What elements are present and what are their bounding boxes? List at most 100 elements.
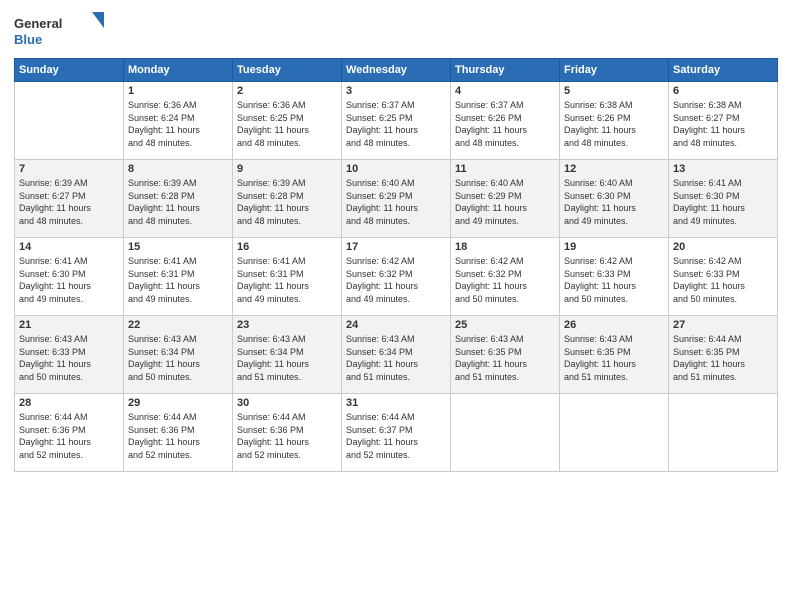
calendar-day-cell [451, 394, 560, 472]
day-info: Sunrise: 6:38 AMSunset: 6:27 PMDaylight:… [673, 99, 773, 149]
weekday-header: Tuesday [233, 59, 342, 82]
day-info: Sunrise: 6:40 AMSunset: 6:29 PMDaylight:… [346, 177, 446, 227]
calendar-day-cell: 8 Sunrise: 6:39 AMSunset: 6:28 PMDayligh… [124, 160, 233, 238]
calendar-day-cell: 1 Sunrise: 6:36 AMSunset: 6:24 PMDayligh… [124, 82, 233, 160]
day-info: Sunrise: 6:42 AMSunset: 6:32 PMDaylight:… [346, 255, 446, 305]
day-number: 17 [346, 241, 446, 253]
calendar-day-cell: 11 Sunrise: 6:40 AMSunset: 6:29 PMDaylig… [451, 160, 560, 238]
day-number: 6 [673, 85, 773, 97]
day-info: Sunrise: 6:39 AMSunset: 6:28 PMDaylight:… [128, 177, 228, 227]
day-number: 1 [128, 85, 228, 97]
day-info: Sunrise: 6:43 AMSunset: 6:33 PMDaylight:… [19, 333, 119, 383]
day-number: 18 [455, 241, 555, 253]
day-number: 16 [237, 241, 337, 253]
day-number: 14 [19, 241, 119, 253]
day-info: Sunrise: 6:42 AMSunset: 6:33 PMDaylight:… [564, 255, 664, 305]
day-info: Sunrise: 6:38 AMSunset: 6:26 PMDaylight:… [564, 99, 664, 149]
day-info: Sunrise: 6:44 AMSunset: 6:36 PMDaylight:… [128, 411, 228, 461]
calendar-day-cell: 17 Sunrise: 6:42 AMSunset: 6:32 PMDaylig… [342, 238, 451, 316]
day-number: 10 [346, 163, 446, 175]
day-number: 2 [237, 85, 337, 97]
calendar-day-cell: 9 Sunrise: 6:39 AMSunset: 6:28 PMDayligh… [233, 160, 342, 238]
day-info: Sunrise: 6:41 AMSunset: 6:31 PMDaylight:… [237, 255, 337, 305]
calendar-week-row: 28 Sunrise: 6:44 AMSunset: 6:36 PMDaylig… [15, 394, 778, 472]
calendar-day-cell: 13 Sunrise: 6:41 AMSunset: 6:30 PMDaylig… [669, 160, 778, 238]
day-info: Sunrise: 6:44 AMSunset: 6:35 PMDaylight:… [673, 333, 773, 383]
calendar-day-cell: 25 Sunrise: 6:43 AMSunset: 6:35 PMDaylig… [451, 316, 560, 394]
calendar-day-cell: 20 Sunrise: 6:42 AMSunset: 6:33 PMDaylig… [669, 238, 778, 316]
calendar-day-cell: 12 Sunrise: 6:40 AMSunset: 6:30 PMDaylig… [560, 160, 669, 238]
day-number: 5 [564, 85, 664, 97]
calendar-table: SundayMondayTuesdayWednesdayThursdayFrid… [14, 58, 778, 472]
day-info: Sunrise: 6:41 AMSunset: 6:31 PMDaylight:… [128, 255, 228, 305]
header: General Blue [14, 10, 778, 50]
calendar-day-cell: 6 Sunrise: 6:38 AMSunset: 6:27 PMDayligh… [669, 82, 778, 160]
day-info: Sunrise: 6:43 AMSunset: 6:34 PMDaylight:… [128, 333, 228, 383]
calendar-week-row: 1 Sunrise: 6:36 AMSunset: 6:24 PMDayligh… [15, 82, 778, 160]
day-number: 23 [237, 319, 337, 331]
day-number: 29 [128, 397, 228, 409]
calendar-day-cell: 27 Sunrise: 6:44 AMSunset: 6:35 PMDaylig… [669, 316, 778, 394]
page-container: General Blue SundayMondayTuesdayWednesda… [0, 0, 792, 482]
weekday-header: Sunday [15, 59, 124, 82]
calendar-day-cell: 28 Sunrise: 6:44 AMSunset: 6:36 PMDaylig… [15, 394, 124, 472]
calendar-day-cell [669, 394, 778, 472]
day-number: 25 [455, 319, 555, 331]
day-info: Sunrise: 6:43 AMSunset: 6:34 PMDaylight:… [346, 333, 446, 383]
calendar-day-cell: 24 Sunrise: 6:43 AMSunset: 6:34 PMDaylig… [342, 316, 451, 394]
day-number: 8 [128, 163, 228, 175]
calendar-day-cell: 22 Sunrise: 6:43 AMSunset: 6:34 PMDaylig… [124, 316, 233, 394]
day-info: Sunrise: 6:43 AMSunset: 6:35 PMDaylight:… [455, 333, 555, 383]
calendar-day-cell: 31 Sunrise: 6:44 AMSunset: 6:37 PMDaylig… [342, 394, 451, 472]
day-number: 13 [673, 163, 773, 175]
day-info: Sunrise: 6:41 AMSunset: 6:30 PMDaylight:… [19, 255, 119, 305]
day-info: Sunrise: 6:42 AMSunset: 6:32 PMDaylight:… [455, 255, 555, 305]
day-number: 7 [19, 163, 119, 175]
day-info: Sunrise: 6:39 AMSunset: 6:27 PMDaylight:… [19, 177, 119, 227]
day-info: Sunrise: 6:43 AMSunset: 6:34 PMDaylight:… [237, 333, 337, 383]
day-info: Sunrise: 6:44 AMSunset: 6:37 PMDaylight:… [346, 411, 446, 461]
day-number: 12 [564, 163, 664, 175]
weekday-header: Monday [124, 59, 233, 82]
day-number: 21 [19, 319, 119, 331]
svg-text:Blue: Blue [14, 32, 42, 47]
calendar-week-row: 7 Sunrise: 6:39 AMSunset: 6:27 PMDayligh… [15, 160, 778, 238]
calendar-day-cell: 3 Sunrise: 6:37 AMSunset: 6:25 PMDayligh… [342, 82, 451, 160]
calendar-day-cell: 10 Sunrise: 6:40 AMSunset: 6:29 PMDaylig… [342, 160, 451, 238]
day-info: Sunrise: 6:39 AMSunset: 6:28 PMDaylight:… [237, 177, 337, 227]
day-info: Sunrise: 6:36 AMSunset: 6:24 PMDaylight:… [128, 99, 228, 149]
calendar-day-cell: 5 Sunrise: 6:38 AMSunset: 6:26 PMDayligh… [560, 82, 669, 160]
day-number: 30 [237, 397, 337, 409]
day-number: 9 [237, 163, 337, 175]
generalblue-logo: General Blue [14, 10, 104, 50]
calendar-day-cell: 7 Sunrise: 6:39 AMSunset: 6:27 PMDayligh… [15, 160, 124, 238]
day-number: 31 [346, 397, 446, 409]
calendar-day-cell: 14 Sunrise: 6:41 AMSunset: 6:30 PMDaylig… [15, 238, 124, 316]
day-number: 26 [564, 319, 664, 331]
calendar-week-row: 21 Sunrise: 6:43 AMSunset: 6:33 PMDaylig… [15, 316, 778, 394]
day-number: 19 [564, 241, 664, 253]
calendar-day-cell: 23 Sunrise: 6:43 AMSunset: 6:34 PMDaylig… [233, 316, 342, 394]
day-number: 22 [128, 319, 228, 331]
logo: General Blue [14, 10, 104, 50]
day-info: Sunrise: 6:36 AMSunset: 6:25 PMDaylight:… [237, 99, 337, 149]
day-number: 28 [19, 397, 119, 409]
calendar-day-cell [15, 82, 124, 160]
calendar-day-cell: 4 Sunrise: 6:37 AMSunset: 6:26 PMDayligh… [451, 82, 560, 160]
weekday-header: Thursday [451, 59, 560, 82]
day-info: Sunrise: 6:44 AMSunset: 6:36 PMDaylight:… [237, 411, 337, 461]
calendar-day-cell: 30 Sunrise: 6:44 AMSunset: 6:36 PMDaylig… [233, 394, 342, 472]
day-info: Sunrise: 6:37 AMSunset: 6:26 PMDaylight:… [455, 99, 555, 149]
calendar-day-cell: 2 Sunrise: 6:36 AMSunset: 6:25 PMDayligh… [233, 82, 342, 160]
calendar-day-cell: 15 Sunrise: 6:41 AMSunset: 6:31 PMDaylig… [124, 238, 233, 316]
weekday-header: Wednesday [342, 59, 451, 82]
calendar-day-cell: 18 Sunrise: 6:42 AMSunset: 6:32 PMDaylig… [451, 238, 560, 316]
calendar-week-row: 14 Sunrise: 6:41 AMSunset: 6:30 PMDaylig… [15, 238, 778, 316]
day-info: Sunrise: 6:42 AMSunset: 6:33 PMDaylight:… [673, 255, 773, 305]
day-info: Sunrise: 6:40 AMSunset: 6:29 PMDaylight:… [455, 177, 555, 227]
calendar-day-cell [560, 394, 669, 472]
calendar-day-cell: 26 Sunrise: 6:43 AMSunset: 6:35 PMDaylig… [560, 316, 669, 394]
day-info: Sunrise: 6:43 AMSunset: 6:35 PMDaylight:… [564, 333, 664, 383]
day-number: 27 [673, 319, 773, 331]
weekday-header-row: SundayMondayTuesdayWednesdayThursdayFrid… [15, 59, 778, 82]
